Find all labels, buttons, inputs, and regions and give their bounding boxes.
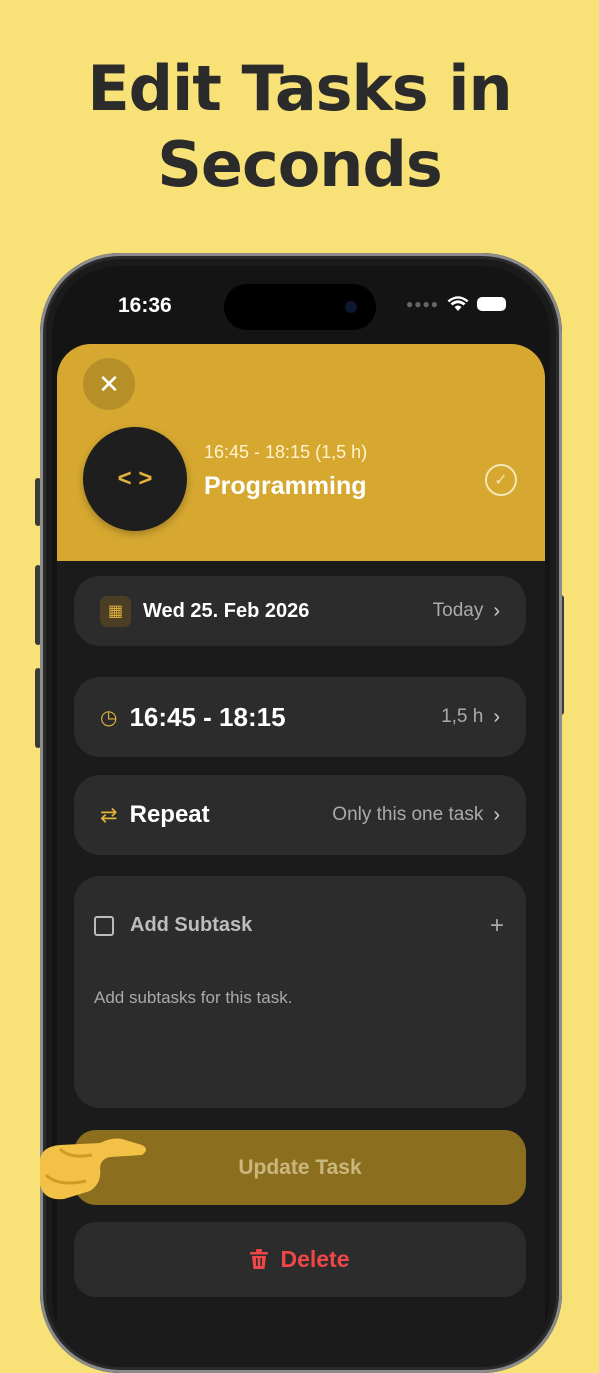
add-subtask-row[interactable]: Add Subtask <box>94 914 252 937</box>
clock-icon: ◷ <box>100 706 118 729</box>
headline-line-1: Edit Tasks in <box>87 52 512 125</box>
code-icon: < > <box>117 465 153 492</box>
calendar-icon: ▦ <box>100 595 131 627</box>
delete-label: Delete <box>280 1246 350 1272</box>
battery-icon <box>477 297 506 311</box>
status-time: 16:36 <box>118 294 172 317</box>
close-button[interactable]: ✕ <box>83 358 135 410</box>
date-row[interactable]: ▦ Wed 25. Feb 2026 Today › <box>74 576 526 646</box>
close-icon: ✕ <box>98 368 120 399</box>
repeat-label: Repeat <box>129 801 210 828</box>
checkmark-icon: ✓ <box>494 472 508 489</box>
camera-icon <box>345 301 357 313</box>
pointing-hand-icon <box>39 1138 147 1200</box>
duration-value: 1,5 h <box>441 706 484 727</box>
repeat-value: Only this one task <box>332 804 484 825</box>
task-time-range: 16:45 - 18:15 (1,5 h) <box>204 442 368 462</box>
trash-icon <box>250 1249 269 1269</box>
date-label: Wed 25. Feb 2026 <box>143 599 310 622</box>
date-value: Today <box>432 600 484 621</box>
chevron-right-icon: › <box>493 599 500 622</box>
subtask-checkbox[interactable] <box>94 915 114 936</box>
wifi-icon <box>447 296 469 311</box>
update-task-label: Update Task <box>238 1155 362 1179</box>
task-sheet: ✕ < > 16:45 - 18:15 (1,5 h) Programming … <box>57 344 545 1366</box>
complete-checkbox[interactable]: ✓ <box>485 464 517 496</box>
status-icons: ●●●● <box>406 296 506 312</box>
add-subtask-label[interactable]: Add Subtask <box>130 914 252 937</box>
signal-icon: ●●●● <box>406 297 439 311</box>
task-header: ✕ < > 16:45 - 18:15 (1,5 h) Programming … <box>57 344 545 561</box>
subtasks-card: Add Subtask + Add subtasks for this task… <box>74 876 526 1108</box>
task-title[interactable]: Programming <box>204 472 367 501</box>
delete-button[interactable]: Delete <box>74 1222 526 1297</box>
dynamic-island <box>224 284 376 330</box>
chevron-right-icon: › <box>493 705 500 728</box>
repeat-icon: ⇄ <box>100 803 118 827</box>
time-label: 16:45 - 18:15 <box>129 701 286 732</box>
task-icon-circle[interactable]: < > <box>83 427 187 531</box>
subtask-hint: Add subtasks for this task. <box>94 988 293 1007</box>
repeat-row[interactable]: ⇄ Repeat Only this one task › <box>74 775 526 855</box>
headline-line-2: Seconds <box>157 128 442 201</box>
plus-icon[interactable]: + <box>490 912 504 940</box>
time-row[interactable]: ◷ 16:45 - 18:15 1,5 h › <box>74 677 526 757</box>
chevron-right-icon: › <box>493 803 500 826</box>
